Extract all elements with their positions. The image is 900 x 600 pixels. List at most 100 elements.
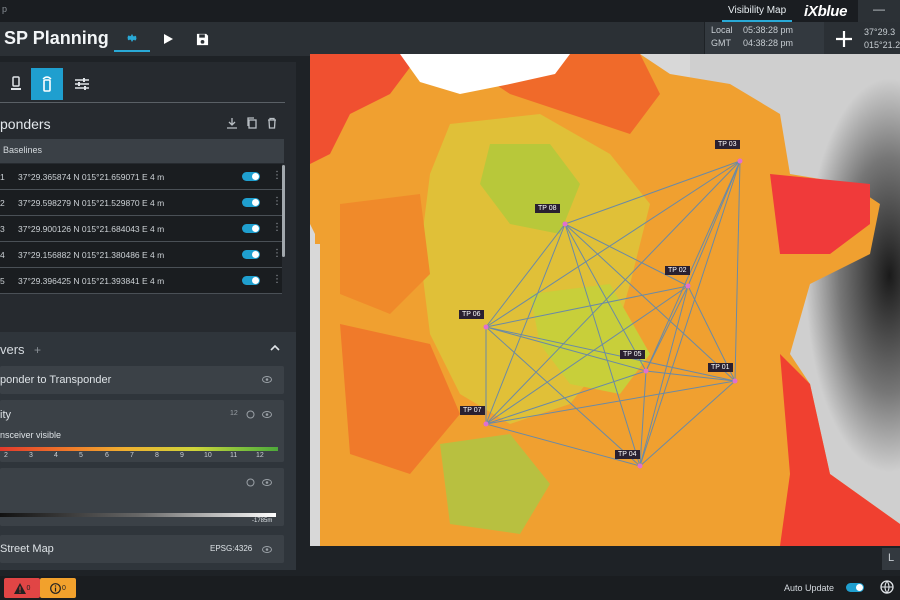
auto-update-label: Auto Update: [784, 583, 835, 593]
coord-lon: 015°21.2: [864, 40, 900, 50]
gmt-label: GMT: [711, 38, 731, 48]
minimize-button[interactable]: —: [858, 0, 900, 22]
errors-button[interactable]: 0: [4, 578, 40, 598]
more-options-icon[interactable]: ⋮: [272, 196, 282, 207]
gmt-time: 04:38:28 pm: [743, 38, 794, 48]
marker-label-tp08[interactable]: TP 08: [535, 204, 560, 213]
brush-icon[interactable]: [246, 410, 255, 419]
status-bar: 0 0 Auto Update: [0, 576, 900, 600]
add-layer-button[interactable]: +: [34, 343, 41, 357]
legend-tick: 5: [79, 452, 83, 459]
visibility-toggle[interactable]: [242, 198, 260, 207]
marker-label-tp07[interactable]: TP 07: [460, 406, 485, 415]
layers-title: vers: [0, 342, 25, 357]
depth-gradient-bar: [0, 513, 276, 517]
auto-update-toggle[interactable]: [846, 583, 864, 592]
marker-label-tp05[interactable]: TP 05: [620, 350, 645, 359]
globe-icon[interactable]: [880, 580, 894, 594]
save-button[interactable]: [184, 26, 220, 52]
visibility-toggle[interactable]: [242, 250, 260, 259]
legend-tick: 7: [130, 452, 134, 459]
marker-label-tp03[interactable]: TP 03: [715, 140, 740, 149]
transponder-position: 37°29.900126 N 015°21.684043 E 4 m: [18, 224, 165, 234]
brush-icon[interactable]: [246, 478, 255, 487]
layer-crs: EPSG:4326: [210, 544, 253, 553]
info-count: 0: [62, 584, 66, 592]
layer-name: ponder to Transponder: [0, 374, 112, 386]
eye-icon[interactable]: [262, 479, 272, 486]
transponders-title: ponders: [0, 116, 51, 132]
play-button[interactable]: [150, 26, 186, 52]
legend-tick: 8: [155, 452, 159, 459]
settings-button[interactable]: [114, 26, 150, 52]
eye-icon[interactable]: [262, 546, 272, 553]
marker-label-tp06[interactable]: TP 06: [459, 310, 484, 319]
transponder-number: 1: [0, 172, 5, 182]
copy-icon[interactable]: [246, 117, 258, 129]
transponder-row[interactable]: 4 37°29.156882 N 015°21.380486 E 4 m ⋮: [0, 242, 282, 268]
more-options-icon[interactable]: ⋮: [272, 222, 282, 233]
download-icon[interactable]: [226, 117, 238, 129]
layer-card-bathymetry[interactable]: -1785m: [0, 468, 284, 526]
visibility-map[interactable]: [310, 54, 900, 546]
coord-lat: 37°29.3: [864, 27, 896, 37]
add-button[interactable]: [826, 22, 862, 56]
layer-card-transponder[interactable]: ponder to Transponder: [0, 366, 284, 394]
eye-icon[interactable]: [262, 411, 272, 418]
more-options-icon[interactable]: ⋮: [272, 248, 282, 259]
app-name: p: [2, 4, 8, 14]
transponder-row[interactable]: 2 37°29.598279 N 015°21.529870 E 4 m ⋮: [0, 190, 282, 216]
transponder-row[interactable]: 5 37°29.396425 N 015°21.393841 E 4 m ⋮: [0, 268, 282, 294]
layer-name: Street Map: [0, 543, 54, 555]
list-scrollbar[interactable]: [282, 165, 285, 257]
marker-label-tp01[interactable]: TP 01: [708, 363, 733, 372]
layer-card-street-map[interactable]: Street Map EPSG:4326: [0, 535, 284, 563]
trash-icon[interactable]: [266, 117, 278, 129]
tab-visibility-map[interactable]: Visibility Map: [722, 0, 793, 22]
legend-tick: 3: [29, 452, 33, 459]
more-options-icon[interactable]: ⋮: [272, 274, 282, 285]
window-title-bar: p Visibility Map iXblue —: [0, 0, 900, 22]
transponder-number: 3: [0, 224, 5, 234]
transponder-position: 37°29.396425 N 015°21.393841 E 4 m: [18, 276, 165, 286]
local-label: Local: [711, 25, 733, 35]
legend-tick: 11: [230, 452, 238, 459]
warning-icon: [13, 582, 26, 594]
transponder-position: 37°29.598279 N 015°21.529870 E 4 m: [18, 198, 165, 208]
transponder-position: 37°29.365874 N 015°21.659071 E 4 m: [18, 172, 165, 182]
visibility-toggle[interactable]: [242, 276, 260, 285]
page-title: SP Planning: [4, 28, 109, 48]
legend-tick: 4: [54, 452, 58, 459]
transponder-number: 4: [0, 250, 5, 260]
more-options-icon[interactable]: ⋮: [272, 170, 282, 181]
layer-count: 12: [230, 410, 238, 417]
visibility-toggle[interactable]: [242, 172, 260, 181]
marker-label-tp02[interactable]: TP 02: [665, 266, 690, 275]
visibility-toggle[interactable]: [242, 224, 260, 233]
tab-settings[interactable]: [66, 68, 98, 100]
plus-icon: [836, 31, 852, 47]
transponder-number: 5: [0, 276, 5, 286]
panel-tabs: [0, 62, 296, 102]
tab-vessel[interactable]: [0, 68, 32, 100]
eye-icon[interactable]: [262, 376, 272, 383]
transponder-row[interactable]: 1 37°29.365874 N 015°21.659071 E 4 m ⋮: [0, 164, 282, 190]
map-footer: [310, 546, 900, 570]
baselines-header[interactable]: Baselines: [0, 139, 284, 163]
chevron-up-icon[interactable]: [270, 344, 280, 352]
map-corner-button[interactable]: L: [882, 548, 900, 570]
cursor-coordinates: 37°29.3 015°21.2: [864, 26, 900, 52]
marker-label-tp04[interactable]: TP 04: [615, 450, 640, 459]
sliders-icon: [75, 78, 89, 90]
visibility-legend-bar: [0, 447, 278, 451]
info-button[interactable]: 0: [40, 578, 76, 598]
tab-transponders[interactable]: [31, 68, 63, 100]
transponder-row[interactable]: 3 37°29.900126 N 015°21.684043 E 4 m ⋮: [0, 216, 282, 242]
transponders-actions: [226, 117, 278, 129]
legend-tick: 10: [204, 452, 212, 459]
layer-card-visibility[interactable]: ity 12 nsceiver visible: [0, 400, 284, 462]
transponder-number: 2: [0, 198, 5, 208]
depth-label: -1785m: [252, 518, 273, 524]
transponder-position: 37°29.156882 N 015°21.380486 E 4 m: [18, 250, 165, 260]
layer-name: ity: [0, 409, 11, 421]
